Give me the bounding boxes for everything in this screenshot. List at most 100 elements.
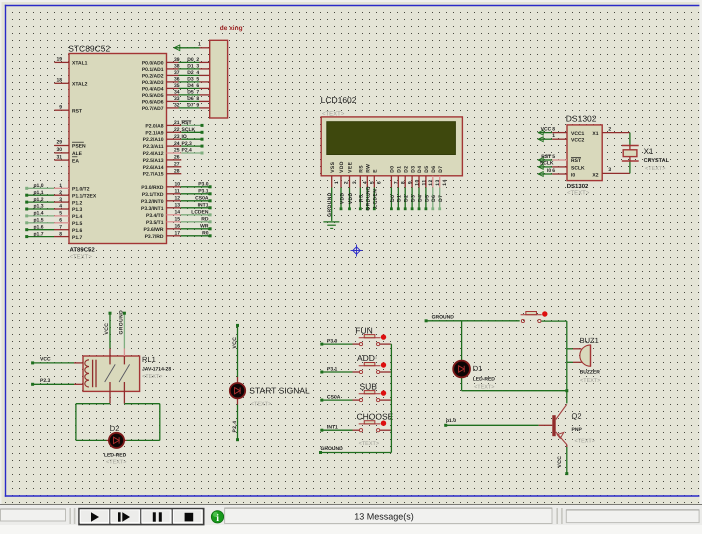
svg-text:13 Message(s): 13 Message(s) [354, 512, 414, 522]
svg-text:P2.7/A15: P2.7/A15 [143, 172, 164, 178]
svg-text:<TEXT>: <TEXT> [359, 441, 379, 447]
svg-text:8: 8 [59, 231, 62, 237]
svg-text:DS1302: DS1302 [567, 183, 589, 190]
svg-text:3: 3 [196, 64, 199, 70]
svg-text:P0.2/AD2: P0.2/AD2 [142, 73, 164, 79]
svg-text:<TEXT>: <TEXT> [106, 460, 126, 466]
svg-text:6: 6 [196, 83, 199, 89]
svg-text:P2.4: P2.4 [232, 421, 238, 433]
svg-text:INT1: INT1 [327, 425, 338, 431]
svg-text:PSEN: PSEN [72, 144, 86, 150]
svg-text:CRYSTAL: CRYSTAL [644, 158, 670, 164]
svg-text:RST: RST [571, 158, 581, 164]
svg-text:SCLK: SCLK [571, 166, 585, 172]
svg-text:32: 32 [174, 103, 180, 109]
svg-text:GROUND: GROUND [119, 310, 125, 335]
svg-text:RST: RST [72, 108, 82, 114]
svg-text:37: 37 [174, 70, 180, 76]
svg-text:34: 34 [174, 90, 180, 96]
svg-text:XTAL2: XTAL2 [72, 82, 88, 88]
svg-text:ALE: ALE [72, 151, 83, 157]
svg-text:14: 14 [442, 179, 448, 185]
svg-text:VDD: VDD [339, 192, 345, 204]
svg-text:35: 35 [174, 83, 180, 89]
svg-text:VCC: VCC [557, 456, 563, 468]
svg-text:GROUND: GROUND [321, 446, 344, 452]
svg-text:D1: D1 [187, 64, 194, 70]
svg-text:BUZZER: BUZZER [580, 370, 601, 376]
svg-text:2: 2 [59, 190, 62, 196]
svg-text:GROUND: GROUND [327, 192, 333, 217]
svg-text:26: 26 [174, 155, 180, 161]
svg-text:<TEXT>: <TEXT> [142, 374, 162, 380]
svg-text:D5: D5 [424, 166, 430, 173]
svg-text:DS1302: DS1302 [566, 114, 597, 124]
svg-text:STC89C52: STC89C52 [68, 44, 110, 54]
svg-text:VCC2: VCC2 [571, 138, 585, 144]
svg-text:1: 1 [59, 183, 62, 189]
svg-text:XTAL1: XTAL1 [72, 61, 88, 67]
svg-text:D5: D5 [187, 90, 194, 96]
svg-text:P2.5/A13: P2.5/A13 [143, 158, 164, 164]
svg-text:D4: D4 [417, 195, 423, 202]
svg-text:INT1: INT1 [198, 203, 209, 209]
svg-text:D0: D0 [390, 195, 396, 202]
svg-text:p1.4: p1.4 [34, 211, 44, 217]
svg-text:P3.4/T0: P3.4/T0 [146, 213, 164, 219]
svg-text:VCC: VCC [541, 126, 552, 132]
svg-text:D3: D3 [187, 77, 194, 83]
svg-text:3: 3 [608, 167, 611, 173]
svg-text:P1.0/T2: P1.0/T2 [72, 187, 90, 193]
svg-text:RD: RD [201, 217, 209, 223]
svg-text:5: 5 [196, 77, 199, 83]
svg-text:LCDEN: LCDEN [373, 189, 379, 208]
svg-text:11: 11 [175, 189, 181, 195]
svg-text:19: 19 [56, 57, 62, 63]
svg-text:GROUND: GROUND [366, 186, 372, 211]
svg-text:3: 3 [59, 197, 62, 203]
svg-text:24: 24 [174, 141, 180, 147]
svg-text:1: 1 [552, 133, 555, 139]
svg-text:D3: D3 [410, 166, 416, 173]
svg-text:39: 39 [174, 57, 180, 63]
svg-text:P2.4: P2.4 [182, 148, 193, 154]
svg-text:RS: RS [359, 194, 365, 202]
svg-text:IO: IO [182, 134, 187, 140]
svg-text:RW: RW [366, 164, 372, 173]
svg-text:<TEXT>: <TEXT> [251, 402, 271, 408]
svg-text:31: 31 [56, 154, 62, 160]
svg-text:p1.2: p1.2 [34, 197, 44, 203]
svg-text:LCD1602: LCD1602 [321, 95, 357, 105]
svg-text:p1.1: p1.1 [34, 190, 44, 196]
svg-text:GROUND: GROUND [432, 314, 455, 320]
svg-text:22: 22 [174, 127, 180, 133]
svg-text:P1.5: P1.5 [72, 221, 83, 227]
svg-text:21: 21 [174, 120, 180, 126]
svg-text:VCC: VCC [40, 356, 51, 362]
svg-text:<TEXT>: <TEXT> [645, 166, 665, 172]
svg-text:VDD: VDD [348, 192, 354, 204]
svg-text:6: 6 [552, 168, 555, 174]
svg-text:9: 9 [59, 104, 62, 110]
svg-text:P2.3: P2.3 [40, 378, 51, 384]
svg-text:P1.7: P1.7 [72, 235, 83, 241]
svg-text:D7: D7 [438, 166, 444, 173]
svg-text:P3.7/RD: P3.7/RD [145, 234, 164, 240]
svg-text:X1: X1 [644, 147, 654, 156]
svg-text:<TEXT>: <TEXT> [575, 439, 595, 445]
svg-text:36: 36 [174, 77, 180, 83]
svg-text:D2: D2 [187, 70, 194, 76]
svg-text:BUZ1: BUZ1 [580, 336, 599, 345]
svg-text:P3.0: P3.0 [198, 182, 209, 188]
svg-text:14: 14 [175, 210, 181, 216]
svg-text:ADD: ADD [357, 353, 375, 363]
svg-text:D2: D2 [110, 424, 120, 433]
svg-text:D6: D6 [431, 195, 437, 202]
svg-text:VEE: VEE [348, 161, 354, 172]
svg-text:EA: EA [72, 158, 79, 164]
svg-text:D7: D7 [438, 195, 444, 202]
svg-text:D0: D0 [390, 166, 396, 173]
svg-text:LED-RED: LED-RED [104, 453, 127, 459]
svg-text:p1.6: p1.6 [34, 224, 44, 230]
svg-text:4: 4 [59, 204, 62, 210]
